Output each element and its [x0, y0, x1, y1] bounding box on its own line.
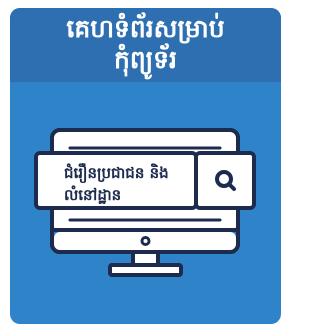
search-text-line1: ជំរឿនប្រជាជន និង [64, 164, 169, 182]
search-text-line2: លំនៅដ្ឋាន [64, 186, 122, 204]
power-button-icon[interactable] [140, 236, 151, 246]
